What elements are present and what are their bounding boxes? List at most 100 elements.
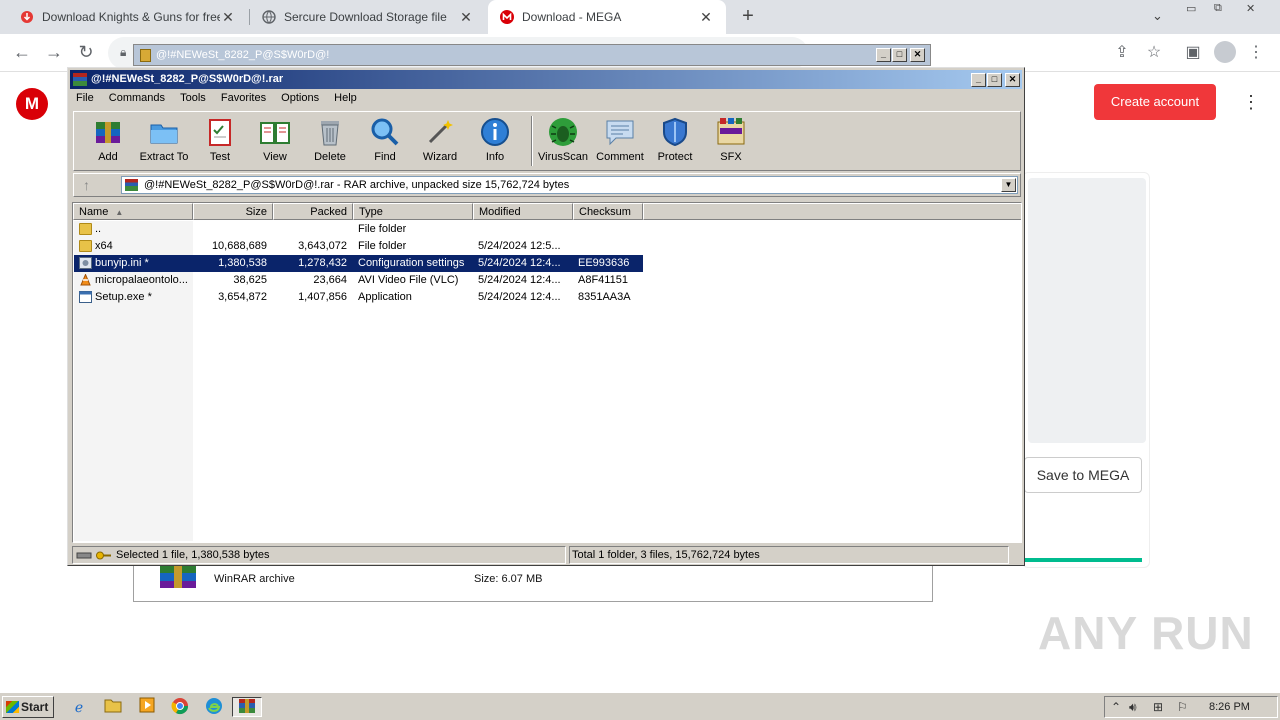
network-icon[interactable]: ⊞	[1153, 700, 1163, 714]
menu-options[interactable]: Options	[275, 90, 325, 106]
bookmark-star-icon[interactable]: ☆	[1144, 42, 1164, 62]
file-name: Setup.exe *	[95, 291, 152, 303]
clock[interactable]: 8:26 PM	[1209, 701, 1250, 713]
profile-avatar[interactable]	[1214, 41, 1236, 63]
volume-icon[interactable]: 🔊︎	[1129, 700, 1137, 715]
book-icon	[260, 122, 290, 144]
archive-path-field[interactable]: @!#NEWeSt_8282_P@S$W0rD@!.rar - RAR arch…	[121, 176, 1018, 194]
winrar-title-bar[interactable]: @!#NEWeSt_8282_P@S$W0rD@!.rar _ □ ✕	[70, 70, 1022, 89]
folder-icon	[79, 223, 92, 235]
edge-icon[interactable]	[203, 697, 225, 717]
maximize-icon[interactable]: □	[987, 73, 1002, 87]
show-hidden-icons-icon[interactable]: ⌃	[1111, 700, 1121, 714]
menu-tools[interactable]: Tools	[174, 90, 212, 106]
background-winrar-window[interactable]: @!#NEWeSt_8282_P@S$W0rD@! _ □ ✕	[133, 44, 931, 66]
chrome-icon[interactable]	[169, 697, 191, 717]
sort-ascending-icon: ▲	[115, 208, 124, 217]
bug-icon	[549, 118, 577, 146]
toolbar-label: SFX	[720, 151, 742, 163]
magic-wand-icon	[428, 120, 453, 144]
archive-icon	[125, 179, 138, 191]
tab-mega[interactable]: Download - MEGA ✕	[488, 0, 726, 34]
comment-button[interactable]: Comment	[592, 114, 648, 170]
file-row-micropalaeontolo[interactable]: micropalaeontolo... 38,625 23,664 AVI Vi…	[74, 272, 1014, 289]
close-window-icon[interactable]: ✕	[1246, 2, 1255, 15]
add-archive-icon	[96, 122, 120, 143]
back-icon[interactable]: ←	[11, 42, 33, 63]
menu-file[interactable]: File	[70, 90, 100, 106]
column-header-name[interactable]: Name ▲	[73, 203, 193, 220]
file-list: Name ▲ Size Packed Type Modified Checksu…	[72, 202, 1022, 543]
column-header-type[interactable]: Type	[353, 203, 473, 220]
tab-secure-download[interactable]: Sercure Download Storage file ✕	[250, 0, 486, 34]
file-type: File folder	[358, 223, 407, 235]
mega-logo[interactable]: M	[16, 88, 48, 120]
delete-button[interactable]: Delete	[302, 114, 358, 170]
media-player-icon[interactable]	[136, 697, 158, 717]
menu-favorites[interactable]: Favorites	[215, 90, 272, 106]
file-name: micropalaeontolo...	[95, 274, 188, 286]
save-to-mega-button[interactable]: Save to MEGA	[1024, 457, 1142, 493]
reload-icon[interactable]: ↻	[75, 42, 97, 63]
close-icon[interactable]: ✕	[1005, 73, 1020, 87]
share-icon[interactable]: ⇪	[1112, 42, 1132, 62]
file-explorer-icon[interactable]	[102, 697, 124, 717]
settings-file-icon	[79, 257, 92, 269]
file-packed: 1,278,432	[298, 257, 347, 269]
info-button[interactable]: Info	[467, 114, 523, 170]
virusscan-button[interactable]: VirusScan	[535, 114, 591, 170]
wizard-button[interactable]: Wizard	[412, 114, 468, 170]
create-account-button[interactable]: Create account	[1094, 84, 1216, 120]
close-icon[interactable]: ✕	[698, 9, 714, 26]
start-label: Start	[21, 700, 49, 714]
side-panel-icon[interactable]: ▣	[1183, 42, 1203, 62]
tab-search-icon[interactable]: ⌄	[1152, 8, 1163, 24]
view-button[interactable]: View	[247, 114, 303, 170]
extract-to-button[interactable]: Extract To	[136, 114, 192, 170]
minimize-icon[interactable]: _	[876, 48, 891, 62]
add-button[interactable]: Add	[80, 114, 136, 170]
forward-icon[interactable]: →	[43, 42, 65, 63]
more-options-icon[interactable]: ⋮	[1242, 92, 1260, 113]
minimize-icon[interactable]: ▭	[1186, 2, 1196, 15]
file-row-setup-exe[interactable]: Setup.exe * 3,654,872 1,407,856 Applicat…	[74, 289, 1014, 306]
close-icon[interactable]: ✕	[458, 9, 474, 26]
action-center-flag-icon[interactable]: ⚐	[1177, 700, 1188, 714]
file-row-x64[interactable]: x64 10,688,689 3,643,072 File folder 5/2…	[74, 238, 1014, 255]
winrar-taskbar-icon[interactable]	[232, 697, 262, 717]
test-button[interactable]: Test	[192, 114, 248, 170]
new-tab-button[interactable]: +	[738, 5, 758, 28]
minimize-icon[interactable]: _	[971, 73, 986, 87]
file-type-label: WinRAR archive	[214, 573, 295, 585]
toolbar-label: Find	[374, 151, 396, 163]
up-folder-icon[interactable]: ↑	[83, 177, 90, 193]
close-icon[interactable]: ✕	[220, 9, 236, 26]
start-button[interactable]: Start	[2, 696, 54, 718]
globe-icon	[262, 10, 276, 24]
trash-icon	[321, 121, 339, 146]
file-size-label: Size: 6.07 MB	[474, 573, 543, 585]
internet-explorer-icon[interactable]: ℯ	[68, 697, 90, 717]
toolbar-label: Comment	[596, 151, 644, 163]
menu-commands[interactable]: Commands	[103, 90, 171, 106]
menu-kebab-icon[interactable]: ⋮	[1246, 42, 1266, 62]
sfx-button[interactable]: SFX	[703, 114, 759, 170]
tab-download-knights[interactable]: Download Knights & Guns for free o ✕	[8, 0, 248, 34]
column-header-size[interactable]: Size	[193, 203, 273, 220]
menu-help[interactable]: Help	[328, 90, 363, 106]
column-header-modified[interactable]: Modified	[473, 203, 573, 220]
find-button[interactable]: Find	[357, 114, 413, 170]
maximize-icon[interactable]: □	[892, 48, 907, 62]
drive-key-icon[interactable]	[76, 550, 112, 561]
close-icon[interactable]: ✕	[910, 48, 925, 62]
lock-icon[interactable]: 🔒︎	[120, 45, 126, 60]
dropdown-arrow-icon[interactable]: ▼	[1001, 178, 1016, 192]
taskbar: Start ℯ ⌃ 🔊︎ ⊞ ⚐ 8:26 PM	[0, 692, 1280, 720]
file-row-parent[interactable]: .. File folder	[74, 221, 1014, 238]
column-header-packed[interactable]: Packed	[273, 203, 353, 220]
column-header-checksum[interactable]: Checksum	[573, 203, 643, 220]
restore-icon[interactable]: ⧉	[1214, 2, 1222, 15]
file-row-bunyip-ini[interactable]: bunyip.ini * 1,380,538 1,278,432 Configu…	[74, 255, 1014, 272]
protect-button[interactable]: Protect	[647, 114, 703, 170]
vlc-cone-icon	[80, 274, 91, 286]
